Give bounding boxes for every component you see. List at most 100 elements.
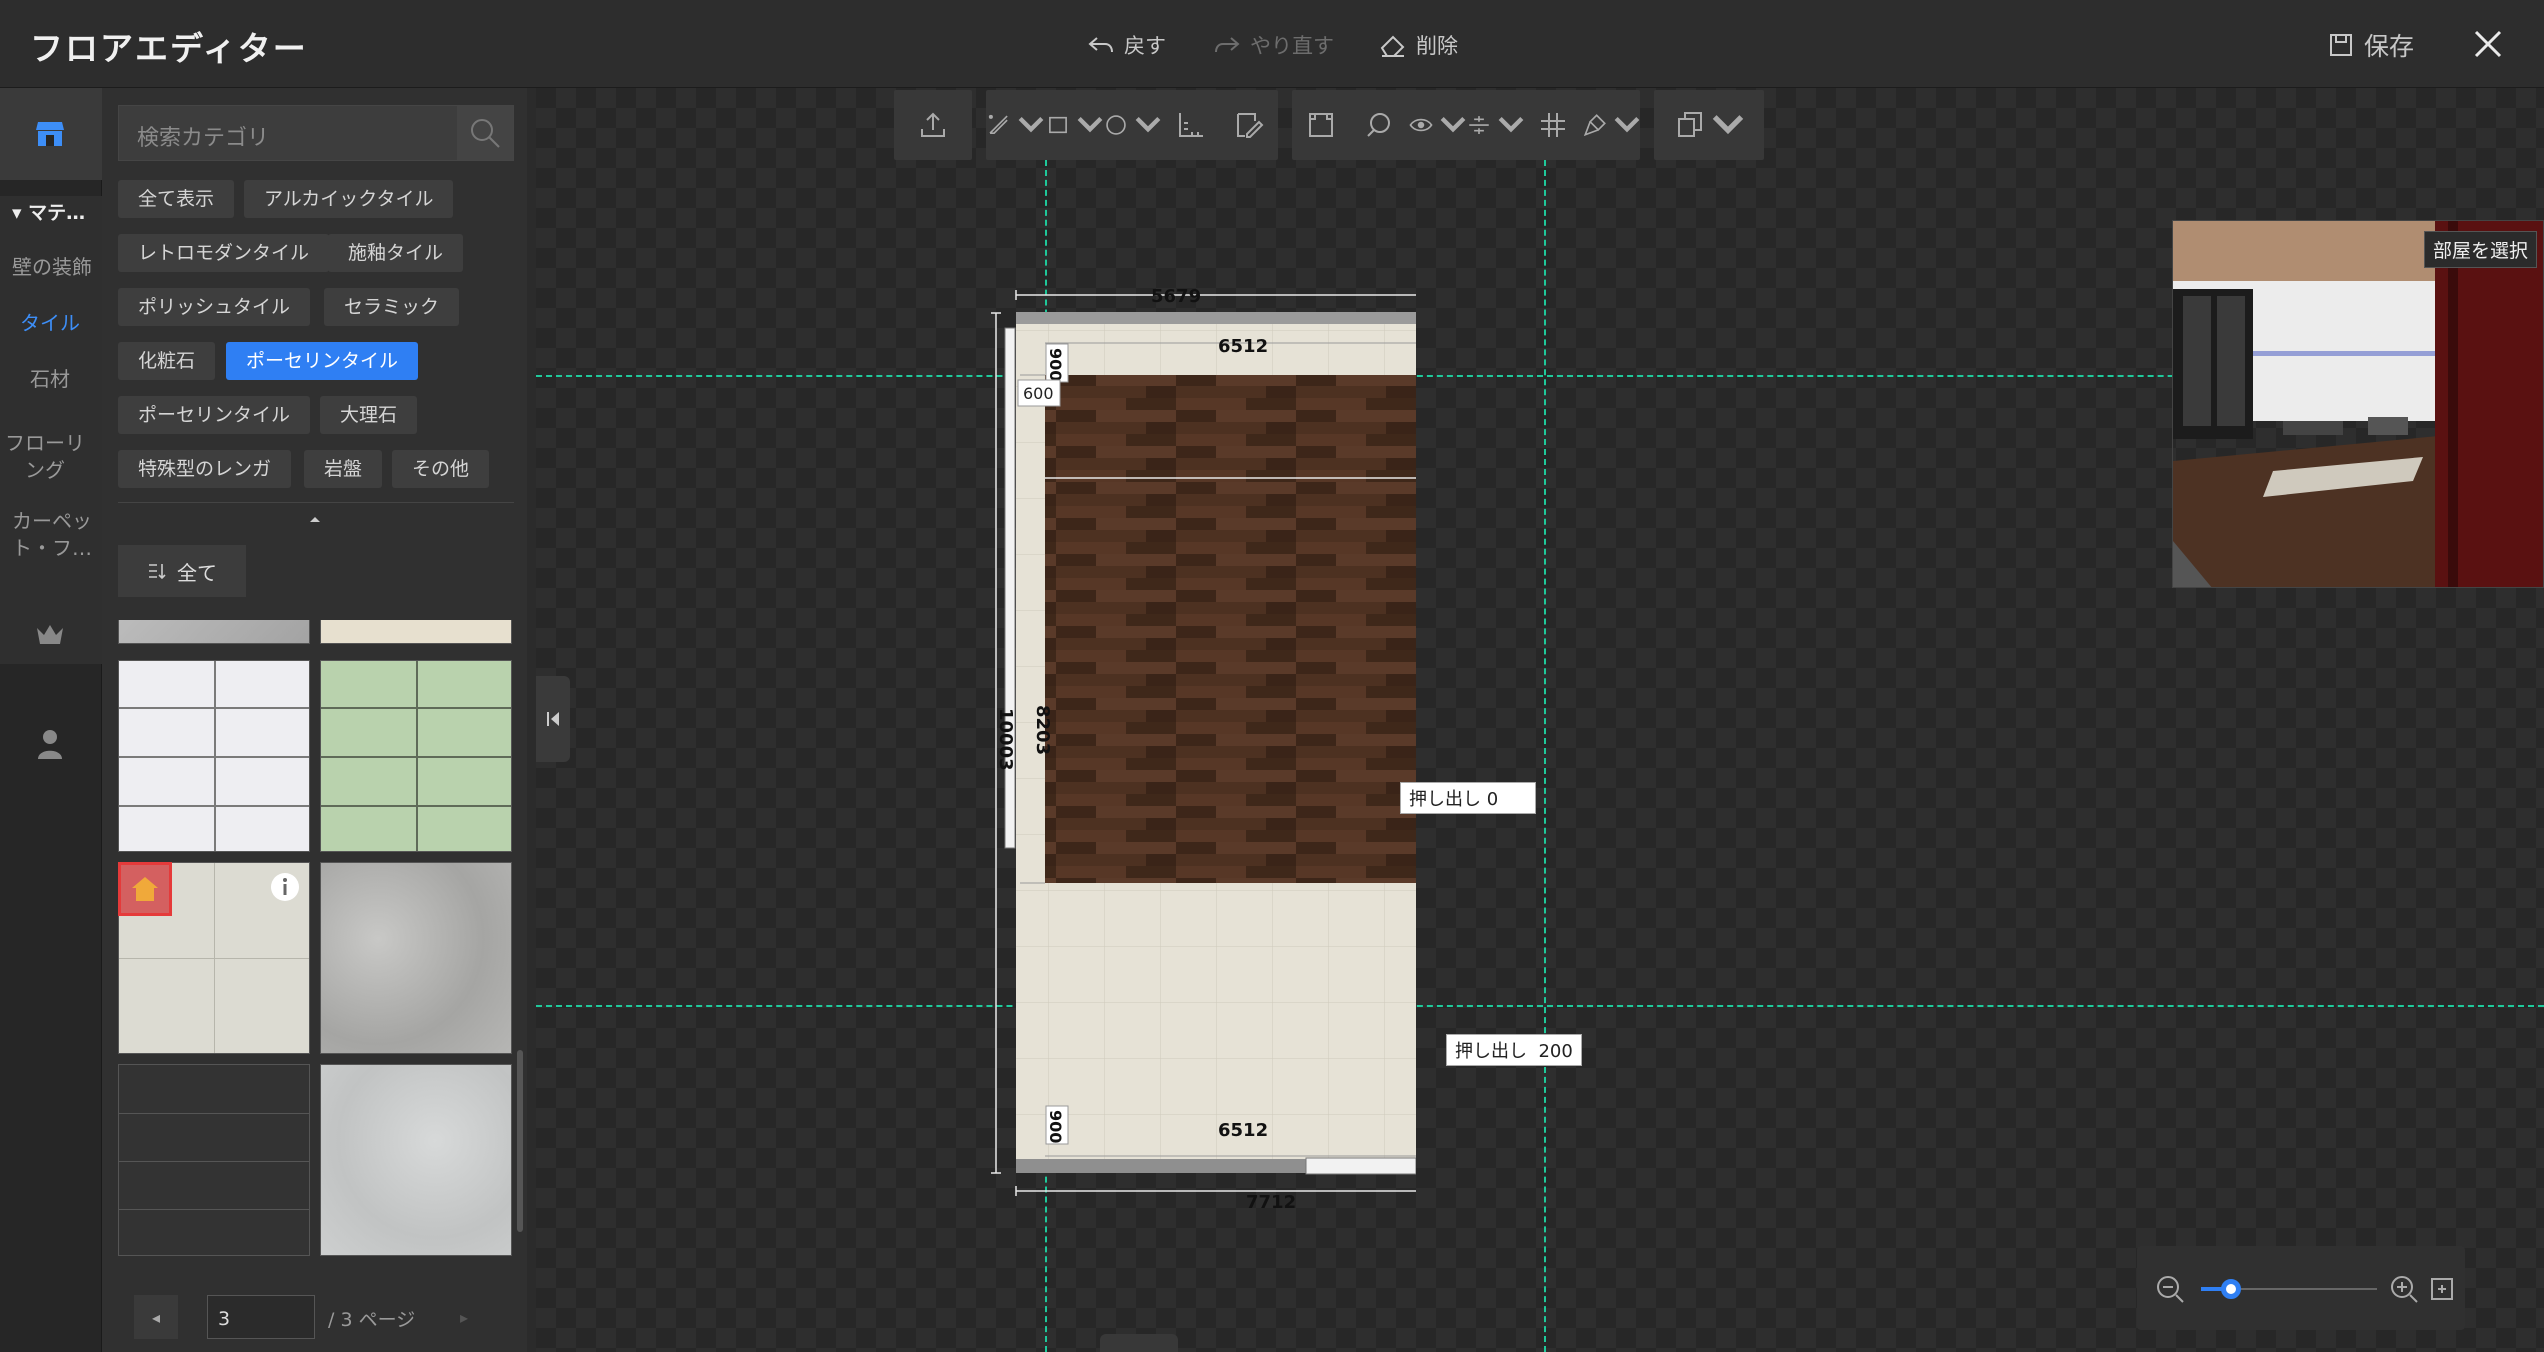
extrude-inner-field[interactable]: 押し出し 0 <box>1400 782 1536 814</box>
align-button[interactable] <box>1466 90 1524 160</box>
delete-button[interactable]: 削除 <box>1378 28 1458 62</box>
tag-polished[interactable]: ポリッシュタイル <box>118 288 311 326</box>
chevron-down-icon <box>1077 116 1102 133</box>
next-page-icon: ▸ <box>459 1307 469 1327</box>
bottom-door[interactable] <box>1305 1157 1416 1175</box>
zoom-control <box>2137 1246 2465 1330</box>
info-icon[interactable] <box>269 871 301 903</box>
paint-button[interactable] <box>1582 90 1640 160</box>
rectangle-icon <box>1048 116 1067 134</box>
rail-category-carpet[interactable]: カーペット・フ… <box>0 508 92 562</box>
left-rail: ▾ マテ… 壁の装飾 タイル 石材 フローリング カーペット・フ… <box>0 88 102 1352</box>
redo-button[interactable]: やり直す <box>1212 28 1334 62</box>
measure-button[interactable] <box>1161 90 1219 160</box>
user-icon[interactable] <box>36 728 64 760</box>
tile-swatch-beige-selected[interactable] <box>118 862 310 1054</box>
rail-material-tab[interactable] <box>0 88 102 180</box>
toolbar-group-upload <box>894 90 972 160</box>
store-icon <box>36 122 64 146</box>
chevron-down-icon <box>1135 116 1161 133</box>
frame-select-icon <box>1309 113 1333 137</box>
room-preview[interactable]: 部屋を選択 <box>2172 220 2544 588</box>
select-area-button[interactable] <box>1292 90 1350 160</box>
tag-retro[interactable]: レトロモダンタイル <box>118 234 330 272</box>
sort-label: 全て <box>177 560 217 585</box>
tile-swatch-dark-slate[interactable] <box>118 1064 310 1256</box>
redo-label: やり直す <box>1250 34 1334 58</box>
rail-category-tile[interactable]: タイル <box>0 310 102 337</box>
view-3d-button[interactable] <box>1100 1334 1178 1352</box>
tag-ceramic[interactable]: セラミック <box>324 288 460 326</box>
divider <box>118 502 514 503</box>
search-input[interactable]: 検索カテゴリ <box>137 120 269 152</box>
zoom-slider-handle[interactable] <box>2220 1279 2241 1299</box>
extrude-outer-value[interactable]: 200 <box>1538 1041 1572 1062</box>
rail-category-flooring[interactable]: フローリング <box>0 430 90 484</box>
crown-icon[interactable] <box>35 622 65 646</box>
tile-swatch-cream[interactable] <box>320 620 512 644</box>
edit-area-button[interactable] <box>1220 90 1278 160</box>
tile-swatch-white-grid[interactable] <box>118 660 310 852</box>
tile-swatch-grey-marble[interactable] <box>118 620 310 644</box>
undo-button[interactable]: 戻す <box>1086 28 1166 62</box>
search-box[interactable]: 検索カテゴリ <box>118 105 514 161</box>
toolbar-group-view <box>1292 90 1640 160</box>
rail-category-wall[interactable]: 壁の装飾 <box>0 254 102 281</box>
panel-collapse-tab[interactable] <box>536 676 570 762</box>
sort-button[interactable]: 全て <box>118 545 246 597</box>
chevron-down-icon <box>1498 116 1524 133</box>
close-icon[interactable] <box>2466 22 2510 66</box>
room-detect-button[interactable] <box>1350 90 1408 160</box>
ruler-icon <box>1179 113 1204 137</box>
align-icon <box>1469 116 1489 134</box>
prev-page-button[interactable]: ◂ <box>134 1295 178 1339</box>
pager: ◂ 3 / 3 ページ ▸ <box>102 1268 527 1352</box>
fit-view-icon[interactable] <box>2429 1276 2455 1302</box>
redo-icon <box>1215 37 1240 53</box>
room-preview-image <box>2173 221 2543 587</box>
tile-swatch-light-stone[interactable] <box>320 1064 512 1256</box>
extrude-outer-field[interactable]: 押し出し 200 <box>1446 1034 1582 1066</box>
tag-porcelain-active[interactable]: ポーセリンタイル <box>226 342 419 380</box>
next-page-button[interactable]: ▸ <box>442 1295 486 1339</box>
search-button[interactable] <box>457 106 513 160</box>
rail-category-stone[interactable]: 石材 <box>0 366 102 393</box>
zoom-in-icon[interactable] <box>2389 1274 2419 1304</box>
collapse-tags-icon[interactable] <box>308 514 322 524</box>
favorite-badge[interactable] <box>118 862 172 916</box>
tag-all[interactable]: 全て表示 <box>118 180 235 218</box>
draw-wall-button[interactable] <box>986 90 1044 160</box>
tile-swatch-green-grid[interactable] <box>320 660 512 852</box>
tag-porcelain[interactable]: ポーセリンタイル <box>118 396 311 434</box>
page-input[interactable]: 3 <box>207 1295 315 1339</box>
chevron-down-icon <box>1614 116 1640 133</box>
canvas[interactable]: 5679 2032 397 6512 6512 10003 10401 8203… <box>536 88 2544 1352</box>
tag-other[interactable]: その他 <box>392 450 490 488</box>
tag-special-brick[interactable]: 特殊型のレンガ <box>118 450 292 488</box>
dim-inner-bottom: 6512 <box>1218 1120 1268 1141</box>
zoom-out-icon[interactable] <box>2155 1274 2185 1304</box>
tag-glazed[interactable]: 施釉タイル <box>328 234 464 272</box>
tag-archaic[interactable]: アルカイックタイル <box>244 180 454 218</box>
floor-plan[interactable]: 5679 2032 397 6512 6512 10003 10401 8203… <box>936 218 1416 1218</box>
room-select-label[interactable]: 部屋を選択 <box>2423 231 2537 268</box>
tag-bedrock[interactable]: 岩盤 <box>304 450 383 488</box>
dim-inner-top: 6512 <box>1218 336 1268 357</box>
draw-rectangle-button[interactable] <box>1045 90 1103 160</box>
visibility-button[interactable] <box>1408 90 1466 160</box>
extrude-outer-label: 押し出し <box>1455 1041 1527 1062</box>
save-button[interactable]: 保存 <box>2326 28 2414 62</box>
layer-button[interactable] <box>1654 90 1764 160</box>
toolbar-group-layer <box>1654 90 1764 160</box>
tag-decorative-stone[interactable]: 化粧石 <box>118 342 216 380</box>
tile-scrollbar[interactable] <box>517 1050 523 1232</box>
tag-marble[interactable]: 大理石 <box>320 396 418 434</box>
extrude-inner-value[interactable]: 0 <box>1487 789 1498 810</box>
grid-button[interactable] <box>1524 90 1582 160</box>
rail-section-material[interactable]: ▾ マテ… <box>0 200 102 227</box>
draw-circle-button[interactable] <box>1103 90 1161 160</box>
upload-button[interactable] <box>894 90 972 160</box>
edit-icon <box>1236 113 1264 138</box>
dim-top-left: 5679 <box>1151 286 1201 307</box>
tile-swatch-grey-stone[interactable] <box>320 862 512 1054</box>
